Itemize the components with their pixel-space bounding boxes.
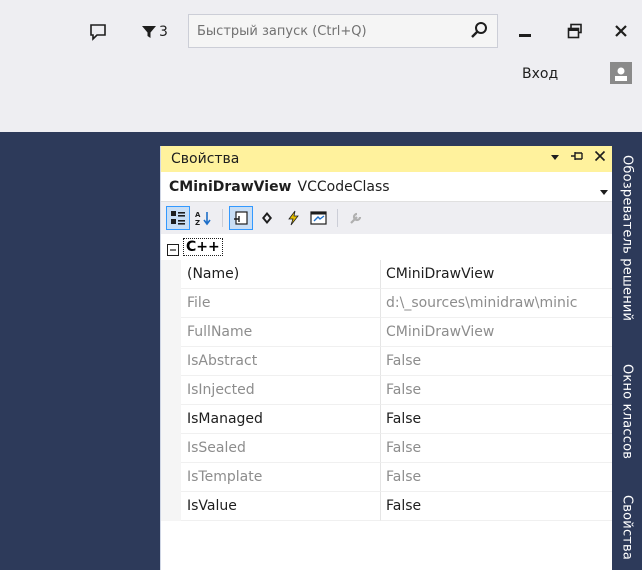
property-name: File	[181, 289, 381, 318]
properties-toolbar: AZ	[161, 202, 612, 234]
lightning-icon	[288, 210, 299, 226]
minimize-icon	[519, 34, 531, 37]
row-gutter	[161, 347, 181, 376]
search-icon[interactable]	[469, 21, 489, 45]
panel-title: Свойства	[171, 151, 240, 167]
tab-class-view[interactable]: Окно классов	[612, 352, 642, 472]
table-row[interactable]: File d:\_sources\minidraw\minic	[161, 289, 612, 318]
categorized-icon	[171, 211, 185, 225]
category-header[interactable]: C++	[161, 234, 612, 260]
restore-button[interactable]	[560, 14, 590, 48]
property-value[interactable]: False	[381, 434, 612, 463]
property-value[interactable]: CMiniDrawView	[381, 260, 612, 289]
tab-properties[interactable]: Свойства	[612, 486, 642, 570]
categorized-button[interactable]	[166, 206, 190, 230]
property-name: IsTemplate	[181, 463, 381, 492]
pin-icon[interactable]	[570, 150, 584, 166]
close-button[interactable]	[606, 14, 636, 48]
property-name: IsManaged	[181, 405, 381, 434]
events-button[interactable]	[281, 206, 305, 230]
row-gutter	[161, 492, 181, 521]
dock-strip	[160, 132, 612, 146]
quick-launch-box[interactable]	[188, 14, 498, 48]
tab-class-view-label: Окно классов	[619, 364, 635, 460]
property-name: (Name)	[181, 260, 381, 289]
minimize-button[interactable]	[510, 14, 540, 48]
property-name: IsInjected	[181, 376, 381, 405]
row-gutter	[161, 318, 181, 347]
restore-icon	[567, 23, 582, 39]
property-value[interactable]: False	[381, 463, 612, 492]
title-bar: 3 Вход	[0, 0, 642, 132]
row-gutter	[161, 405, 181, 434]
property-value[interactable]: d:\_sources\minidraw\minic	[381, 289, 612, 318]
panel-close-icon[interactable]	[594, 150, 606, 166]
notifications-icon[interactable]	[88, 22, 108, 42]
svg-text:Z: Z	[195, 219, 200, 226]
properties-panel: Свойства CMiniDrawView VCCodeClass AZ C+…	[160, 146, 612, 570]
table-row[interactable]: IsTemplate False	[161, 463, 612, 492]
table-row[interactable]: IsValue False	[161, 492, 612, 521]
object-type: VCCodeClass	[297, 178, 390, 195]
object-name: CMiniDrawView	[169, 178, 292, 195]
row-gutter	[161, 376, 181, 405]
table-row[interactable]: (Name) CMiniDrawView	[161, 260, 612, 289]
filter-count: 3	[159, 24, 168, 40]
property-name: IsAbstract	[181, 347, 381, 376]
row-gutter	[161, 289, 181, 318]
property-name: IsValue	[181, 492, 381, 521]
property-value[interactable]: False	[381, 492, 612, 521]
wrench-button[interactable]	[344, 206, 368, 230]
collapse-icon[interactable]	[167, 241, 179, 256]
property-value[interactable]: CMiniDrawView	[381, 318, 612, 347]
toolbar-separator	[222, 209, 223, 227]
alphabetical-button[interactable]: AZ	[192, 206, 216, 230]
editor-background	[0, 132, 160, 570]
object-selector[interactable]: CMiniDrawView VCCodeClass	[161, 172, 612, 202]
property-name: IsSealed	[181, 434, 381, 463]
property-pages-button[interactable]	[307, 206, 331, 230]
events-gem-button[interactable]	[255, 206, 279, 230]
table-row[interactable]: IsInjected False	[161, 376, 612, 405]
sign-in-link[interactable]: Вход	[522, 66, 558, 82]
property-grid: C++ (Name) CMiniDrawView File d:\_source…	[161, 234, 612, 570]
property-name: FullName	[181, 318, 381, 347]
property-value[interactable]: False	[381, 347, 612, 376]
quick-launch-input[interactable]	[197, 23, 457, 39]
table-row[interactable]: IsAbstract False	[161, 347, 612, 376]
filter-button[interactable]: 3	[141, 22, 175, 42]
tab-properties-label: Свойства	[619, 495, 635, 561]
table-row[interactable]: IsManaged False	[161, 405, 612, 434]
alphabetical-icon: AZ	[195, 211, 211, 226]
tab-solution-explorer[interactable]: Обозреватель решений	[612, 138, 642, 338]
row-gutter	[161, 260, 181, 289]
events-icon	[262, 212, 272, 224]
svg-text:A: A	[195, 211, 201, 219]
wrench-icon	[350, 212, 362, 224]
close-icon	[615, 25, 627, 37]
properties-icon	[234, 211, 248, 225]
category-label: C++	[183, 238, 223, 256]
row-gutter	[161, 434, 181, 463]
chevron-down-icon[interactable]	[600, 184, 608, 200]
property-pages-icon	[310, 211, 327, 225]
tab-solution-explorer-label: Обозреватель решений	[619, 154, 635, 322]
person-icon[interactable]	[610, 62, 632, 84]
table-row[interactable]: IsSealed False	[161, 434, 612, 463]
funnel-icon	[142, 26, 156, 38]
property-value[interactable]: False	[381, 405, 612, 434]
properties-button[interactable]	[229, 206, 253, 230]
row-gutter	[161, 463, 181, 492]
panel-title-bar[interactable]: Свойства	[161, 146, 612, 172]
triangle-down-icon[interactable]	[550, 150, 560, 166]
property-value[interactable]: False	[381, 376, 612, 405]
table-row[interactable]: FullName CMiniDrawView	[161, 318, 612, 347]
toolbar-separator	[337, 209, 338, 227]
